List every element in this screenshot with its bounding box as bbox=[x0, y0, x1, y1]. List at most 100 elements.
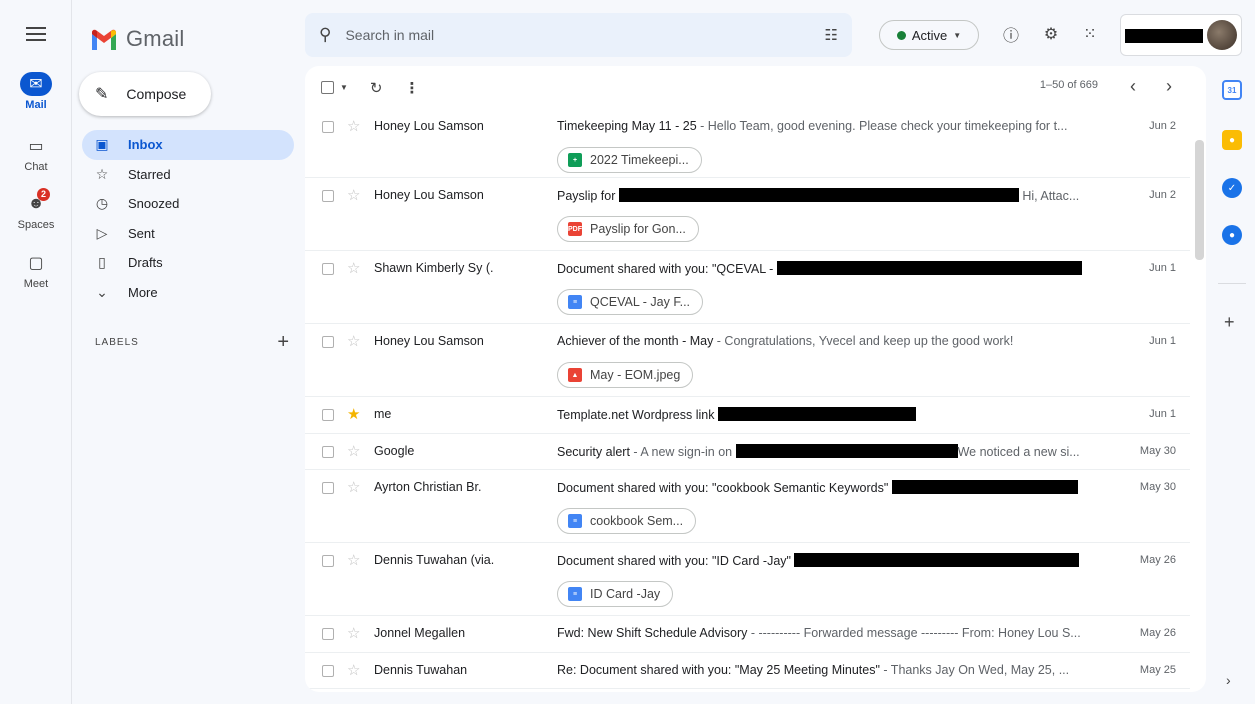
nav-item-sent[interactable]: ▷ Sent bbox=[82, 219, 294, 249]
attachment-chip[interactable]: PDF Payslip for Gon... bbox=[557, 216, 699, 242]
help-icon[interactable]: ⓘ bbox=[1000, 23, 1022, 45]
attachment-name: ID Card -Jay bbox=[590, 587, 661, 601]
chevron-down-icon: ⌄ bbox=[96, 283, 108, 300]
email-date: May 26 bbox=[1139, 627, 1176, 639]
nav-item-starred[interactable]: ☆ Starred bbox=[82, 160, 294, 190]
refresh-icon[interactable]: ↻ bbox=[370, 79, 383, 97]
attachment-chip[interactable]: +2022 Timekeepi... bbox=[557, 147, 702, 173]
main-menu-button[interactable] bbox=[24, 22, 48, 46]
account-button[interactable] bbox=[1120, 14, 1242, 56]
email-date: Jun 2 bbox=[1149, 189, 1176, 201]
row-checkbox[interactable] bbox=[322, 263, 334, 275]
rail-item-mail[interactable]: ✉ Mail bbox=[0, 72, 72, 111]
attachment-chip[interactable]: ≡ cookbook Sem... bbox=[557, 508, 697, 534]
pencil-icon: ✎ bbox=[95, 86, 109, 103]
attachment-name: cookbook Sem... bbox=[590, 514, 684, 528]
star-icon[interactable]: ☆ bbox=[347, 117, 360, 135]
caret-down-icon: ▼ bbox=[953, 30, 962, 40]
email-sender: Google bbox=[374, 444, 415, 458]
chevron-right-icon[interactable]: › bbox=[1226, 672, 1231, 688]
email-snippet: - ---------- Forwarded message ---------… bbox=[747, 626, 1081, 640]
nav-item-inbox[interactable]: ▣ Inbox bbox=[82, 130, 294, 160]
attachment-chip[interactable]: ≡ ID Card -Jay bbox=[557, 581, 674, 607]
add-label-button[interactable]: + bbox=[277, 331, 290, 354]
star-icon[interactable]: ☆ bbox=[347, 551, 360, 569]
redacted-block bbox=[735, 444, 958, 458]
attachment-chip[interactable]: ≡ QCEVAL - Jay F... bbox=[557, 289, 704, 315]
search-options-icon[interactable]: ☷ bbox=[825, 26, 838, 44]
more-vert-icon[interactable]: ⋮ bbox=[405, 79, 420, 97]
email-row[interactable]: ☆ Honey Lou Samson Achiever of the month -… bbox=[305, 324, 1190, 397]
star-icon[interactable]: ☆ bbox=[347, 186, 360, 204]
rail-item-meet[interactable]: ▢ Meet bbox=[0, 251, 72, 290]
tasks-icon[interactable]: ✓ bbox=[1222, 178, 1242, 198]
row-checkbox[interactable] bbox=[322, 409, 334, 421]
email-subject: Timekeeping May 11 - 25 - Hello Team, go… bbox=[557, 119, 1089, 133]
gear-icon[interactable]: ⚙ bbox=[1040, 23, 1062, 45]
star-icon[interactable]: ☆ bbox=[347, 259, 360, 277]
rail-item-spaces[interactable]: ☻ 2 Spaces bbox=[0, 188, 72, 231]
nav-item-drafts[interactable]: ▯ Drafts bbox=[82, 248, 294, 278]
select-all-checkbox[interactable] bbox=[321, 81, 334, 94]
row-checkbox[interactable] bbox=[322, 121, 334, 133]
search-icon[interactable]: ⚲ bbox=[319, 25, 331, 45]
star-icon[interactable]: ★ bbox=[347, 405, 360, 423]
email-date: Jun 1 bbox=[1149, 408, 1176, 420]
email-subject-text: Template.net Wordpress link bbox=[557, 408, 715, 422]
search-input[interactable] bbox=[345, 27, 811, 43]
email-subject: Payslip for Hi, Attac... bbox=[557, 188, 1089, 203]
docs-file-icon: ≡ bbox=[568, 295, 582, 309]
attachment-name: Payslip for Gon... bbox=[590, 222, 686, 236]
nav-item-more[interactable]: ⌄ More bbox=[82, 278, 294, 308]
docs-file-icon: ≡ bbox=[568, 514, 582, 528]
star-icon[interactable]: ☆ bbox=[347, 661, 360, 679]
email-snippet: - A new sign-in on bbox=[629, 445, 733, 459]
star-icon[interactable]: ☆ bbox=[347, 332, 360, 350]
email-row[interactable]: ☆ Jonnel Megallen Fwd: New Shift Schedule … bbox=[305, 616, 1190, 653]
compose-label: Compose bbox=[126, 86, 187, 102]
rail-item-chat[interactable]: ▭ Chat bbox=[0, 134, 72, 173]
email-row[interactable]: ☆ Dennis Tuwahan (via. Document shared wit… bbox=[305, 543, 1190, 616]
email-subject: Document shared with you: "ID Card -Jay" bbox=[557, 553, 1089, 568]
inbox-icon: ▣ bbox=[95, 136, 109, 153]
email-row[interactable]: ☆ Ayrton Christian Br. Document shared wit… bbox=[305, 470, 1190, 543]
email-subject: Re: Document shared with you: "May 25 Me… bbox=[557, 663, 1089, 677]
row-checkbox[interactable] bbox=[322, 628, 334, 640]
calendar-icon[interactable]: 31 bbox=[1222, 80, 1242, 100]
next-page-icon[interactable]: › bbox=[1166, 76, 1172, 97]
row-checkbox[interactable] bbox=[322, 336, 334, 348]
email-row[interactable]: ☆ Google Security alert - A new sign-in on… bbox=[305, 434, 1190, 470]
row-checkbox[interactable] bbox=[322, 555, 334, 567]
email-sender: Shawn Kimberly Sy (. bbox=[374, 261, 494, 275]
status-dropdown[interactable]: Active ▼ bbox=[879, 20, 979, 50]
redacted-block bbox=[618, 188, 1019, 202]
row-checkbox[interactable] bbox=[322, 446, 334, 458]
apps-grid-icon[interactable]: ⁙ bbox=[1079, 23, 1101, 45]
email-row[interactable]: ☆ Honey Lou Samson Payslip for Hi, Attac..… bbox=[305, 178, 1190, 251]
email-row[interactable]: ☆ Dennis Tuwahan Re: Document shared with … bbox=[305, 653, 1190, 689]
compose-button[interactable]: ✎ Compose bbox=[79, 72, 211, 116]
add-addon-icon[interactable]: + bbox=[1224, 312, 1235, 333]
attachment-name: QCEVAL - Jay F... bbox=[590, 295, 691, 309]
star-icon[interactable]: ☆ bbox=[347, 624, 360, 642]
row-checkbox[interactable] bbox=[322, 665, 334, 677]
prev-page-icon[interactable]: ‹ bbox=[1130, 76, 1136, 97]
star-icon[interactable]: ☆ bbox=[347, 442, 360, 460]
select-caret-icon[interactable]: ▼ bbox=[340, 83, 348, 92]
rail-label: Meet bbox=[23, 278, 49, 290]
keep-icon[interactable]: ● bbox=[1222, 130, 1242, 150]
labels-header: LABELS + bbox=[95, 331, 290, 354]
attachment-chip[interactable]: ▲ May - EOM.jpeg bbox=[557, 362, 694, 388]
star-icon[interactable]: ☆ bbox=[347, 478, 360, 496]
nav-item-snoozed[interactable]: ◷ Snoozed bbox=[82, 189, 294, 219]
row-checkbox[interactable] bbox=[322, 190, 334, 202]
contacts-icon[interactable]: ● bbox=[1222, 225, 1242, 245]
scrollbar-thumb[interactable] bbox=[1195, 140, 1204, 260]
gmail-logo[interactable]: Gmail bbox=[90, 26, 184, 52]
mail-list-panel: ▼ ↻ ⋮ 1–50 of 669 ‹ › ☆ Honey Lou Samson T… bbox=[305, 66, 1206, 692]
email-row[interactable]: ☆ Shawn Kimberly Sy (. Document shared wit… bbox=[305, 251, 1190, 324]
sheets-file-icon: + bbox=[568, 153, 582, 167]
email-row[interactable]: ☆ Honey Lou Samson Timekeeping May 11 - 25… bbox=[305, 109, 1190, 178]
email-row[interactable]: ★ me Template.net Wordpress link Jun 1 bbox=[305, 397, 1190, 434]
row-checkbox[interactable] bbox=[322, 482, 334, 494]
